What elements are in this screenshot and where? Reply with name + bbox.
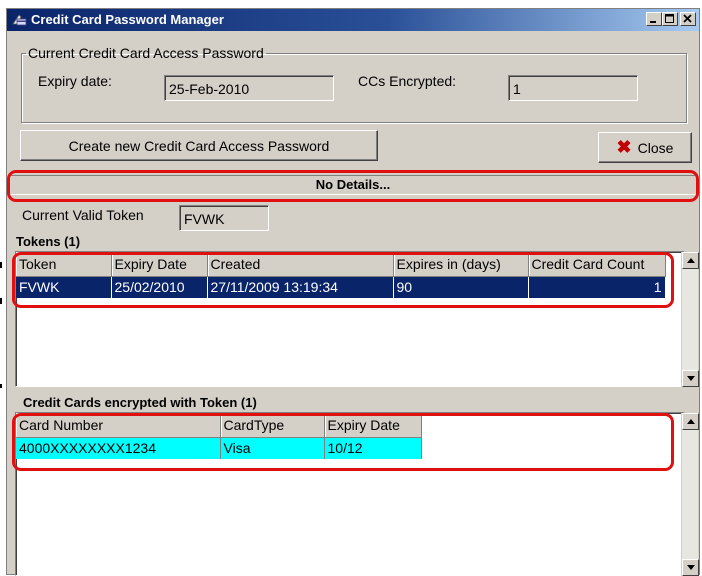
tokens-heading: Tokens (1) [16,234,81,249]
tokens-col-expires-in[interactable]: Expires in (days) [393,252,529,277]
window-title: Credit Card Password Manager [31,12,224,27]
arrow-up-icon [686,258,695,263]
table-row[interactable]: 4000XXXXXXXX1234 Visa 10/12 [16,437,422,459]
ccs-encrypted-field[interactable]: 1 [508,75,638,101]
tokens-grid[interactable]: Token Expiry Date Created Expires in (da… [15,251,685,387]
tokens-scroll-down-button[interactable] [682,370,699,387]
tokens-col-token[interactable]: Token [16,252,112,277]
current-password-legend: Current Credit Card Access Password [28,45,264,61]
cards-scroll-up-button[interactable] [682,413,699,430]
red-x-icon: ✖ [616,137,632,157]
cards-header-row: Card Number CardType Expiry Date [16,413,422,438]
card-number-cell: 4000XXXXXXXX1234 [16,437,221,459]
credit-card-icon [12,14,27,26]
window-close-button[interactable] [680,12,696,26]
edge-mark [0,384,2,388]
cards-scroll-down-button[interactable] [682,559,699,576]
cards-heading: Credit Cards encrypted with Token (1) [23,395,257,410]
cards-table: Card Number CardType Expiry Date 4000XXX… [16,413,422,459]
cards-col-card-number[interactable]: Card Number [16,413,221,438]
create-password-button[interactable]: Create new Credit Card Access Password [20,130,378,161]
tokens-scrollbar[interactable] [681,252,699,387]
cards-scrollbar[interactable] [681,413,699,576]
edge-mark [0,298,2,304]
tokens-table: Token Expiry Date Created Expires in (da… [16,252,666,298]
expires-in-cell: 90 [393,276,529,298]
current-valid-token-label: Current Valid Token [22,207,144,223]
current-password-group: Current Credit Card Access Password Expi… [21,45,687,123]
cards-col-card-type[interactable]: CardType [220,413,325,438]
tokens-header-row: Token Expiry Date Created Expires in (da… [16,252,666,277]
close-icon [683,14,692,23]
main-window: Credit Card Password Manager Current Cre… [6,8,700,576]
expiry-date-cell: 25/02/2010 [111,276,208,298]
current-valid-token-field[interactable]: FVWK [179,205,269,231]
expiry-date-field[interactable]: 25-Feb-2010 [164,75,334,101]
card-type-cell: Visa [220,437,325,459]
create-password-label: Create new Credit Card Access Password [68,137,330,154]
arrow-up-icon [686,419,695,424]
edge-mark [0,262,2,268]
tokens-col-expiry-date[interactable]: Expiry Date [111,252,208,277]
cards-col-expiry-date[interactable]: Expiry Date [324,413,422,438]
maximize-button[interactable] [662,12,678,26]
tokens-col-card-count[interactable]: Credit Card Count [528,252,666,277]
cards-grid[interactable]: Card Number CardType Expiry Date 4000XXX… [15,412,685,576]
created-cell: 27/11/2009 13:19:34 [207,276,394,298]
ccs-encrypted-label: CCs Encrypted: [358,73,457,89]
tokens-col-created[interactable]: Created [207,252,394,277]
tokens-scroll-up-button[interactable] [682,252,699,269]
maximize-icon [665,14,674,23]
card-count-cell: 1 [528,276,666,298]
token-cell: FVWK [16,276,112,298]
title-bar[interactable]: Credit Card Password Manager [7,9,699,31]
close-button-label: Close [637,139,674,156]
table-row[interactable]: FVWK 25/02/2010 27/11/2009 13:19:34 90 1 [16,276,666,298]
expiry-date-label: Expiry date: [38,73,112,89]
close-button[interactable]: ✖ Close [598,132,692,163]
window-controls [646,12,696,26]
minimize-icon [650,21,656,23]
card-expiry-cell: 10/12 [324,437,422,459]
arrow-down-icon [686,565,695,570]
minimize-button[interactable] [646,12,662,26]
arrow-down-icon [686,376,695,381]
details-bar: No Details... [10,175,696,195]
